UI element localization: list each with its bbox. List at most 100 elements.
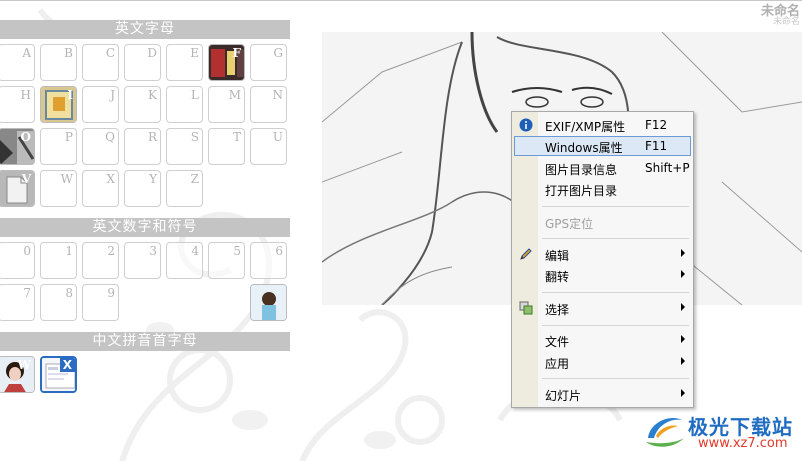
submenu-arrow-icon [681,357,685,365]
char-tile-0[interactable]: 0 [0,242,35,279]
tile-letter: 3 [149,244,157,258]
char-tile-c[interactable]: C [82,44,119,81]
char-tile-v[interactable]: V [0,170,35,207]
char-tile-x[interactable]: X [82,170,119,207]
menu-item-edit[interactable]: 编辑 [514,244,691,264]
menu-item-label: 应用 [545,357,570,371]
tile-letter: H [20,88,31,102]
tile-letter: X [59,358,75,372]
menu-item-windows-properties[interactable]: Windows属性 F11 [514,136,691,156]
menu-item-label: EXIF/XMP属性 [545,120,626,134]
char-tile-l[interactable]: L [166,86,203,123]
section-header-numbers: 英文数字和符号 [0,218,290,237]
menu-separator [542,378,689,379]
char-tile-3[interactable]: 3 [124,242,161,279]
menu-item-dir-info[interactable]: 图片目录信息 Shift+P [514,158,691,178]
char-tile-d[interactable]: D [124,44,161,81]
menu-separator [542,292,689,293]
tile-letter: Q [105,130,115,144]
char-tile-5[interactable]: 5 [208,242,245,279]
number-image-tile[interactable] [250,284,287,321]
char-tile-h[interactable]: H [0,86,35,123]
char-tile-f[interactable]: F [208,44,245,81]
char-tile-b[interactable]: B [40,44,77,81]
menu-item-shortcut: F11 [645,139,668,153]
context-menu: EXIF/XMP属性 F12 Windows属性 F11 图片目录信息 Shif… [511,111,694,408]
char-tile-2[interactable]: 2 [82,242,119,279]
menu-item-label: Windows属性 [545,141,623,155]
tile-letter: K [148,88,157,102]
aurora-logo-icon [646,418,684,447]
menu-item-label: 翻转 [545,270,570,284]
select-icon [519,301,533,315]
watermark-logo: 极光下载站 www.xz7.com [640,408,800,458]
menu-item-shortcut: Shift+P [645,161,690,175]
submenu-arrow-icon [681,389,685,397]
char-tile-e[interactable]: E [166,44,203,81]
tile-letter: N [272,88,284,102]
menu-item-file[interactable]: 文件 [514,330,691,350]
section-header-pinyin: 中文拼音首字母 [0,332,290,351]
menu-item-label: 选择 [545,303,570,317]
menu-item-slideshow[interactable]: 幻灯片 [514,384,691,404]
menu-separator [542,238,689,239]
char-tile-9[interactable]: 9 [82,284,119,321]
watermark-url: www.xz7.com [698,436,788,451]
char-tile-y[interactable]: Y [124,170,161,207]
section-header-letters: 英文字母 [0,20,290,39]
menu-item-flip[interactable]: 翻转 [514,265,691,285]
char-tile-t[interactable]: T [208,128,245,165]
tile-letter: T [232,130,241,144]
window-top-border [0,0,802,1]
menu-item-label: GPS定位 [545,217,594,231]
char-tile-w[interactable]: W [40,170,77,207]
menu-item-exif[interactable]: EXIF/XMP属性 F12 [514,115,691,135]
char-tile-s[interactable]: S [166,128,203,165]
tile-letter: S [190,130,199,144]
submenu-arrow-icon [681,249,685,257]
tile-letter: 8 [65,286,73,300]
char-tile-o[interactable]: O [0,128,35,165]
tile-letter: L [191,88,199,102]
menu-item-shortcut: F12 [645,118,668,132]
menu-separator [542,325,689,326]
tile-letter: O [20,130,31,144]
char-tile-4[interactable]: 4 [166,242,203,279]
char-tile-x[interactable]: X [40,356,77,393]
char-tile-z[interactable]: Z [166,170,203,207]
tile-letter: 0 [23,244,31,258]
char-tile-r[interactable]: R [124,128,161,165]
menu-item-apply[interactable]: 应用 [514,352,691,372]
char-tile-k[interactable]: K [124,86,161,123]
tile-letter: Z [190,172,199,186]
tile-letter: 9 [107,286,115,300]
char-tile-u[interactable]: U [250,128,287,165]
menu-item-label: 打开图片目录 [545,184,618,198]
char-tile-j[interactable]: J [82,86,119,123]
tile-letter: 7 [23,286,31,300]
char-tile-7[interactable]: 7 [0,284,35,321]
tile-letter: U [272,130,283,144]
menu-item-open-dir[interactable]: 打开图片目录 [514,179,691,199]
tile-letter: 5 [233,244,241,258]
char-tile-6[interactable]: 6 [250,242,287,279]
char-tile-p[interactable]: P [40,128,77,165]
tile-letter: V [21,172,31,186]
tile-letter: M [228,88,241,102]
char-tile-8[interactable]: 8 [40,284,77,321]
info-icon [519,118,533,132]
char-tile-n[interactable]: N [250,86,287,123]
char-tile-w[interactable]: W [0,356,35,393]
tile-letter: W [60,172,73,186]
char-tile-a[interactable]: A [0,44,35,81]
pencil-icon [520,248,532,260]
char-tile-i[interactable]: I [40,86,77,123]
submenu-arrow-icon [681,270,685,278]
menu-item-label: 图片目录信息 [545,163,618,177]
tile-letter: 4 [191,244,199,258]
char-tile-1[interactable]: 1 [40,242,77,279]
menu-item-select[interactable]: 选择 [514,298,691,318]
char-tile-m[interactable]: M [208,86,245,123]
char-tile-g[interactable]: G [250,44,287,81]
char-tile-q[interactable]: Q [82,128,119,165]
